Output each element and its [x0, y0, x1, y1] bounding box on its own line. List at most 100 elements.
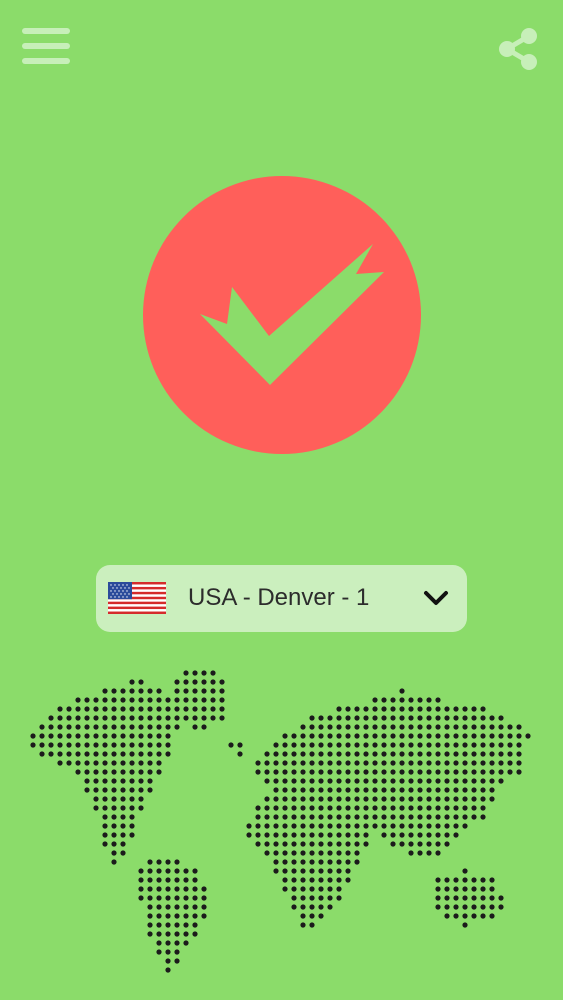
map-dot	[120, 814, 126, 820]
map-dot	[408, 832, 414, 838]
map-dot	[120, 760, 126, 766]
map-dot	[156, 715, 162, 721]
map-dot	[462, 787, 468, 793]
map-dot	[336, 715, 342, 721]
map-dot	[291, 814, 297, 820]
map-dot	[165, 895, 171, 901]
map-dot	[219, 688, 225, 694]
map-dot	[174, 958, 180, 964]
map-dot	[147, 742, 153, 748]
map-dot	[300, 886, 306, 892]
map-dot	[444, 805, 450, 811]
map-dot	[336, 841, 342, 847]
map-dot	[129, 778, 135, 784]
map-dot	[480, 814, 486, 820]
connect-button[interactable]	[143, 176, 421, 454]
map-dot	[498, 733, 504, 739]
map-dot	[462, 706, 468, 712]
map-dot	[408, 778, 414, 784]
map-dot	[480, 787, 486, 793]
map-dot	[327, 778, 333, 784]
map-dot	[174, 688, 180, 694]
map-dot	[39, 733, 45, 739]
map-dot	[435, 733, 441, 739]
map-dot	[120, 832, 126, 838]
map-dot	[183, 931, 189, 937]
map-dot	[345, 832, 351, 838]
map-dot	[489, 796, 495, 802]
map-dot	[75, 751, 81, 757]
map-dot	[336, 706, 342, 712]
map-dot	[174, 895, 180, 901]
map-dot	[336, 760, 342, 766]
map-dot	[129, 697, 135, 703]
menu-button[interactable]	[22, 28, 72, 68]
map-dot	[453, 760, 459, 766]
map-dot	[516, 751, 522, 757]
map-dot	[66, 706, 72, 712]
map-dot	[381, 823, 387, 829]
map-dot	[336, 868, 342, 874]
map-dot	[282, 778, 288, 784]
map-dot	[120, 715, 126, 721]
map-dot	[345, 787, 351, 793]
map-dot	[120, 805, 126, 811]
map-dot	[480, 751, 486, 757]
map-dot	[507, 733, 513, 739]
map-dot	[426, 724, 432, 730]
map-dot	[156, 895, 162, 901]
map-dot	[282, 787, 288, 793]
map-dot	[444, 769, 450, 775]
map-dot	[282, 877, 288, 883]
map-dot	[462, 922, 468, 928]
map-dot	[444, 706, 450, 712]
map-dot	[66, 733, 72, 739]
map-dot	[426, 769, 432, 775]
map-dot	[372, 814, 378, 820]
map-dot	[147, 886, 153, 892]
map-dot	[399, 787, 405, 793]
map-dot	[309, 913, 315, 919]
map-dot	[183, 688, 189, 694]
map-dot	[309, 742, 315, 748]
map-dot	[93, 769, 99, 775]
map-dot	[165, 904, 171, 910]
map-dot	[345, 778, 351, 784]
map-dot	[273, 823, 279, 829]
server-selector[interactable]: USA - Denver - 1	[96, 565, 467, 632]
map-dot	[444, 760, 450, 766]
menu-line-top	[22, 28, 70, 34]
share-icon[interactable]	[496, 26, 540, 72]
map-dot	[453, 751, 459, 757]
map-dot	[426, 832, 432, 838]
map-dot	[111, 832, 117, 838]
map-dot	[471, 751, 477, 757]
map-dot	[183, 715, 189, 721]
map-dot	[192, 679, 198, 685]
map-dot	[318, 805, 324, 811]
map-dot	[138, 868, 144, 874]
map-dot	[354, 841, 360, 847]
map-dot	[354, 787, 360, 793]
menu-line-middle	[22, 43, 70, 49]
map-dot	[417, 805, 423, 811]
map-dot	[165, 733, 171, 739]
map-dot	[93, 715, 99, 721]
map-dot	[264, 805, 270, 811]
map-dot	[66, 751, 72, 757]
map-dot	[462, 895, 468, 901]
map-dot	[444, 742, 450, 748]
map-dot	[480, 769, 486, 775]
map-dot	[201, 904, 207, 910]
map-dot	[102, 751, 108, 757]
map-dot	[363, 805, 369, 811]
map-dot	[255, 841, 261, 847]
top-bar	[0, 0, 563, 100]
map-dot	[183, 904, 189, 910]
map-dot	[372, 697, 378, 703]
map-dot	[498, 769, 504, 775]
map-dot	[93, 697, 99, 703]
map-dot	[381, 787, 387, 793]
map-dot	[183, 877, 189, 883]
map-dot	[363, 778, 369, 784]
